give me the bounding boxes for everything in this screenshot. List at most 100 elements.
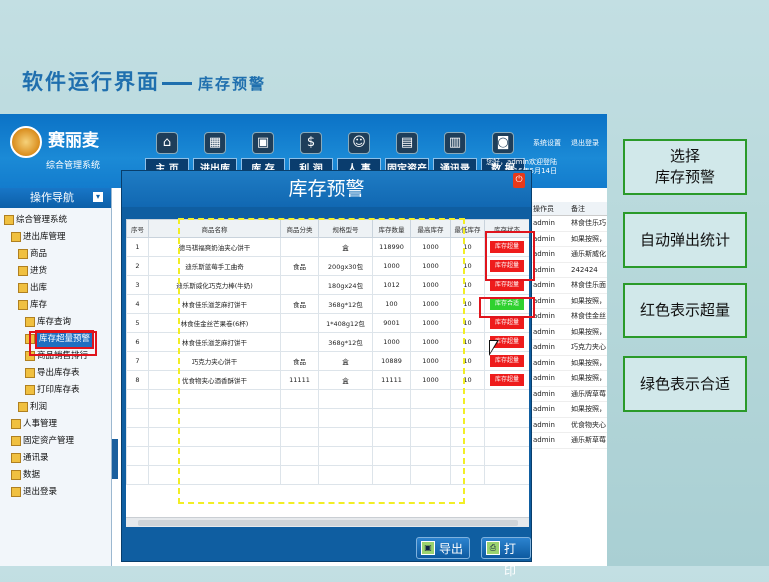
- tree-item[interactable]: 出库: [4, 280, 111, 297]
- bg-table-row[interactable]: admin 如果按照，遇...: [530, 294, 607, 309]
- tree-item[interactable]: 通讯录: [4, 450, 111, 467]
- status-badge: 库存超量: [490, 374, 524, 386]
- bg-table-row[interactable]: admin 通乐斯草莓...: [530, 433, 607, 449]
- bg-table-row[interactable]: admin 通乐牌草莓饮...: [530, 387, 607, 402]
- callout-popup: 自动弹出统计: [623, 212, 747, 268]
- book-icon: ▥: [444, 132, 466, 154]
- folder-icon: [18, 299, 28, 310]
- folder-icon: [18, 265, 28, 276]
- collapse-icon[interactable]: ▾: [93, 192, 103, 202]
- bg-table-row[interactable]: admin 通乐斯威化泳...: [530, 247, 607, 263]
- bg-col-header: 操作员: [533, 205, 554, 213]
- folder-icon: [11, 486, 21, 497]
- bg-cell: admin: [533, 374, 555, 382]
- tree-item-label: 进货: [30, 266, 48, 276]
- bg-table-row[interactable]: admin 如果按照，遇...: [530, 402, 607, 418]
- slide-title-main: 软件运行界面: [22, 70, 160, 94]
- tree-item[interactable]: 退出登录: [4, 484, 111, 501]
- tree-item[interactable]: 导出库存表: [4, 365, 111, 382]
- bg-table-row[interactable]: admin 如果按照，遇...: [530, 356, 607, 371]
- printer-icon: ⎙: [486, 541, 500, 555]
- horizontal-scrollbar[interactable]: [126, 517, 529, 527]
- bg-table-row[interactable]: admin 如果按照，遇...: [530, 232, 607, 247]
- tree-item-label: 固定资产管理: [23, 436, 75, 446]
- tree-item[interactable]: 综合管理系统: [4, 212, 111, 229]
- tree-item[interactable]: 利润: [4, 399, 111, 416]
- bg-table-row[interactable]: admin 巧克力夹心饼...: [530, 340, 607, 356]
- folder-icon: [18, 248, 28, 259]
- tree-item-label: 进出库管理: [23, 232, 66, 242]
- table-cell: 5: [126, 313, 149, 333]
- scroll-thumb[interactable]: [138, 520, 518, 526]
- background-table: 操作员 备注 admin 林食佳乐巧克... admin 如果按照，遇... admin 通…: [530, 202, 607, 566]
- box-icon: ▦: [204, 132, 226, 154]
- tree-item[interactable]: 进出库管理: [4, 229, 111, 246]
- callout-red: 红色表示超量: [623, 283, 747, 338]
- highlight-dashed-box: [178, 218, 465, 504]
- table-cell: 4: [126, 294, 149, 314]
- tree-item-label: 出库: [30, 283, 48, 293]
- tree-item[interactable]: 进货: [4, 263, 111, 280]
- bg-cell: admin: [533, 358, 555, 367]
- close-icon[interactable]: ⏻: [513, 173, 525, 188]
- slide-title: 软件运行界面 库存预警: [22, 66, 266, 96]
- tree-item[interactable]: 商品: [4, 246, 111, 263]
- table-cell: 1: [126, 237, 149, 257]
- tree-item-label: 库存查询: [37, 317, 72, 327]
- bg-table-row[interactable]: admin 林食佳乐面饼...: [530, 278, 607, 294]
- bg-table-row[interactable]: admin 如果按照，遇...: [530, 325, 607, 340]
- title-underline: [162, 81, 192, 85]
- empty-cell: [484, 389, 529, 409]
- tree-item[interactable]: 人事管理: [4, 416, 111, 433]
- status-badge: 库存超量: [490, 317, 524, 329]
- folder-icon: [11, 435, 21, 446]
- tree-item[interactable]: 库存: [4, 297, 111, 314]
- splitter-handle[interactable]: [112, 439, 118, 479]
- sidebar-title: 操作导航: [30, 191, 74, 204]
- tree-item[interactable]: 库存查询: [4, 314, 111, 331]
- bg-cell: 通乐斯草莓...: [571, 436, 606, 444]
- column-header: 序号: [126, 219, 149, 238]
- system-settings-link[interactable]: 系统设置: [533, 138, 561, 148]
- bg-table-row[interactable]: admin 林食佳金丝芒...: [530, 309, 607, 325]
- bg-table-row[interactable]: admin 林食佳乐巧克...: [530, 216, 607, 232]
- bg-cell: 如果按照，遇...: [571, 234, 606, 243]
- brand-name: 赛丽麦: [48, 131, 99, 151]
- folder-icon: [18, 282, 28, 293]
- bg-cell: admin: [533, 296, 555, 305]
- bg-cell: 林食佳金丝芒...: [571, 312, 606, 320]
- folder-icon: [25, 316, 35, 327]
- empty-cell: [126, 408, 149, 428]
- bg-cell: admin: [533, 327, 555, 336]
- table-cell: 2: [126, 256, 149, 276]
- print-button[interactable]: ⎙ 打印: [481, 537, 531, 578]
- bg-cell: 如果按照，遇...: [571, 296, 606, 305]
- logout-link[interactable]: 退出登录: [571, 138, 599, 148]
- tree-item-label: 打印库存表: [37, 385, 80, 395]
- empty-cell: [126, 465, 149, 485]
- bg-cell: 优食物夹心巧...: [571, 420, 606, 429]
- export-button[interactable]: ▣ 导出: [416, 537, 471, 559]
- bg-cell: admin: [533, 389, 555, 398]
- empty-cell: [484, 408, 529, 428]
- folder-icon: [11, 418, 21, 429]
- callout-red-text: 红色表示超量: [639, 301, 730, 319]
- bg-cell: 如果按照，遇...: [571, 358, 606, 367]
- bg-table-row[interactable]: admin 优食物夹心巧...: [530, 418, 607, 433]
- slide-subtitle: 库存预警: [198, 75, 267, 93]
- tree-item[interactable]: 固定资产管理: [4, 433, 111, 450]
- bg-table-row[interactable]: admin 242424: [530, 263, 607, 278]
- folder-icon: [18, 401, 28, 412]
- empty-cell: [126, 389, 149, 409]
- callout-select-text: 选择 库存预警: [654, 147, 715, 186]
- bg-cell: admin: [533, 405, 555, 413]
- bg-table-row[interactable]: admin 如果按照，遇...: [530, 371, 607, 387]
- tree-item[interactable]: 数据: [4, 467, 111, 484]
- tree-item[interactable]: 打印库存表: [4, 382, 111, 399]
- bg-cell: admin: [533, 219, 555, 227]
- bg-cell: admin: [533, 250, 555, 258]
- bg-col-header: 备注: [571, 205, 585, 213]
- bg-cell: 巧克力夹心饼...: [571, 343, 606, 351]
- bg-cell: admin: [533, 265, 555, 274]
- bg-cell: admin: [533, 234, 555, 243]
